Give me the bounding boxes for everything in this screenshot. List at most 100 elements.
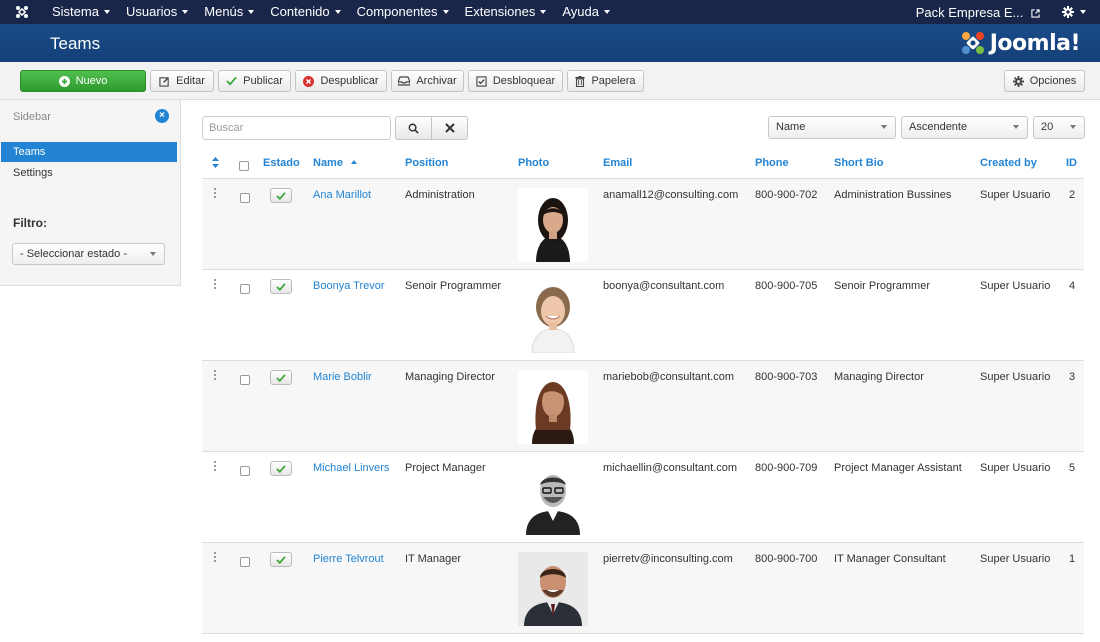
header-position[interactable]: Position	[405, 157, 448, 169]
row-email: pierretv@inconsulting.com	[603, 553, 733, 565]
header-bio[interactable]: Short Bio	[834, 157, 884, 169]
joomla-icon[interactable]	[0, 0, 44, 24]
published-toggle[interactable]	[270, 188, 292, 203]
row-name-link[interactable]: Pierre Telvrout	[313, 553, 384, 565]
close-sidebar-icon[interactable]: ×	[155, 109, 169, 123]
sidebar-item-teams[interactable]: Teams	[1, 142, 177, 162]
row-checkbox[interactable]	[240, 284, 250, 294]
unlock-label: Desbloquear	[492, 75, 556, 87]
header-name[interactable]: Name	[313, 157, 358, 169]
menu-menus[interactable]: Menús	[196, 0, 262, 24]
row-checkbox[interactable]	[240, 466, 250, 476]
edit-icon	[159, 76, 170, 87]
sidebar-item-settings[interactable]: Settings	[1, 163, 177, 183]
row-bio: Managing Director	[834, 371, 924, 383]
unpublish-icon	[303, 75, 315, 87]
sidebar: Sidebar × Teams Settings Filtro: - Selec…	[0, 100, 181, 286]
header-photo[interactable]: Photo	[518, 157, 549, 169]
caret-down-icon	[604, 9, 610, 14]
header-created-by[interactable]: Created by	[980, 157, 1037, 169]
gear-icon	[1012, 75, 1024, 87]
sort-field-select[interactable]: Name	[768, 116, 896, 139]
caret-down-icon	[334, 9, 341, 14]
ordering-header[interactable]	[212, 157, 219, 171]
member-photo	[518, 279, 588, 353]
new-button[interactable]: Nuevo	[20, 70, 146, 92]
caret-down-icon	[103, 9, 110, 14]
member-photo	[518, 552, 588, 626]
table-row: Marie Boblir Managing Director mariebob@…	[202, 361, 1084, 452]
header-name-label: Name	[313, 157, 343, 169]
search-icon	[408, 123, 419, 134]
plus-circle-icon	[58, 75, 70, 87]
navbar-right: Pack Empresa E...	[906, 0, 1100, 24]
row-checkbox[interactable]	[240, 375, 250, 385]
toolbar: Nuevo Editar Publicar Despublicar Archiv…	[0, 62, 1100, 100]
row-name-link[interactable]: Michael Linvers	[313, 462, 389, 474]
row-name-link[interactable]: Boonya Trevor	[313, 280, 385, 292]
top-navbar: Sistema Usuarios Menús Contenido Compone…	[0, 0, 1100, 24]
sort-direction-select[interactable]: Ascendente	[901, 116, 1028, 139]
header-phone[interactable]: Phone	[755, 157, 789, 169]
menu-sistema[interactable]: Sistema	[44, 0, 118, 24]
unpublish-button[interactable]: Despublicar	[295, 70, 387, 92]
select-all-checkbox[interactable]	[239, 161, 249, 171]
archive-button[interactable]: Archivar	[391, 70, 464, 92]
unlock-button[interactable]: Desbloquear	[468, 70, 563, 92]
settings-menu[interactable]	[1050, 6, 1100, 18]
menu-label: Menús	[204, 4, 244, 19]
chevron-down-icon	[1070, 125, 1076, 129]
publish-button[interactable]: Publicar	[218, 70, 291, 92]
row-name-link[interactable]: Ana Marillot	[313, 189, 371, 201]
clear-search-button[interactable]	[431, 116, 468, 140]
menu-label: Ayuda	[562, 4, 599, 19]
menu-componentes[interactable]: Componentes	[349, 0, 457, 24]
published-toggle[interactable]	[270, 552, 292, 567]
page-size-select[interactable]: 20	[1033, 116, 1085, 139]
row-created-by: Super Usuario	[980, 189, 1051, 201]
row-position: Administration	[405, 189, 475, 201]
drag-handle-icon[interactable]	[214, 552, 216, 564]
sort-arrows-icon	[212, 157, 219, 168]
drag-handle-icon[interactable]	[214, 370, 216, 382]
joomla-brand: Joomla!	[960, 28, 1081, 58]
main-menu: Sistema Usuarios Menús Contenido Compone…	[44, 0, 618, 24]
caret-down-icon	[182, 9, 189, 14]
row-checkbox[interactable]	[240, 557, 250, 567]
row-phone: 800-900-705	[755, 280, 818, 292]
gear-icon	[1062, 6, 1074, 18]
options-button[interactable]: Opciones	[1004, 70, 1085, 92]
trash-button[interactable]: Papelera	[567, 70, 644, 92]
header-state[interactable]: Estado	[263, 157, 300, 169]
checkbox-icon	[476, 75, 487, 87]
published-toggle[interactable]	[270, 461, 292, 476]
drag-handle-icon[interactable]	[214, 188, 216, 200]
brand-text: Joomla!	[989, 30, 1081, 56]
edit-button[interactable]: Editar	[150, 70, 214, 92]
menu-ayuda[interactable]: Ayuda	[554, 0, 618, 24]
menu-extensiones[interactable]: Extensiones	[457, 0, 555, 24]
header-id[interactable]: ID	[1066, 157, 1077, 169]
row-checkbox[interactable]	[240, 193, 250, 203]
drag-handle-icon[interactable]	[214, 461, 216, 473]
published-toggle[interactable]	[270, 370, 292, 385]
menu-contenido[interactable]: Contenido	[262, 0, 348, 24]
row-id: 5	[1069, 462, 1076, 474]
menu-usuarios[interactable]: Usuarios	[118, 0, 196, 24]
search-button[interactable]	[395, 116, 432, 140]
archive-label: Archivar	[416, 75, 457, 87]
search-input[interactable]: Buscar	[202, 116, 391, 140]
published-toggle[interactable]	[270, 279, 292, 294]
member-photo	[518, 461, 588, 535]
header-email[interactable]: Email	[603, 157, 632, 169]
state-filter-select[interactable]: - Seleccionar estado -	[12, 243, 165, 265]
site-link[interactable]: Pack Empresa E...	[906, 5, 1050, 20]
row-created-by: Super Usuario	[980, 280, 1051, 292]
check-icon	[276, 464, 286, 473]
drag-handle-icon[interactable]	[214, 279, 216, 291]
menu-label: Extensiones	[464, 4, 536, 19]
row-name-link[interactable]: Marie Boblir	[313, 371, 372, 383]
row-id: 1	[1069, 553, 1076, 565]
row-id: 4	[1069, 280, 1076, 292]
caret-down-icon	[1080, 10, 1086, 14]
